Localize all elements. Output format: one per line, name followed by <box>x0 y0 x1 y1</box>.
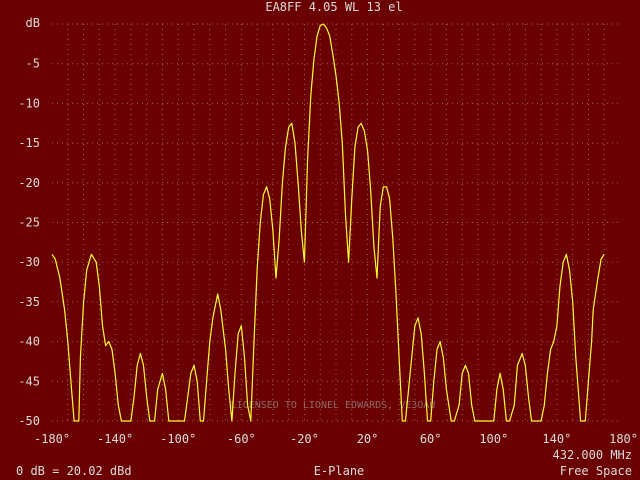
y-tick-label: -50 <box>18 414 40 428</box>
x-tick-label: 140° <box>542 432 571 446</box>
y-tick-label: -15 <box>18 136 40 150</box>
x-tick-label: 100° <box>479 432 508 446</box>
x-tick-label: -60° <box>227 432 256 446</box>
x-tick-label: -180° <box>34 432 70 446</box>
y-tick-label: -40 <box>18 335 40 349</box>
y-tick-label: -5 <box>26 57 40 71</box>
x-tick-label: 20° <box>357 432 379 446</box>
y-tick-label: -25 <box>18 216 40 230</box>
y-tick-label: -20 <box>18 176 40 190</box>
x-tick-label: 60° <box>420 432 442 446</box>
y-tick-label: -30 <box>18 255 40 269</box>
license-watermark: LICENSED TO LIONEL EDWARDS, VE3OAU <box>231 400 436 411</box>
plane-label: E-Plane <box>314 464 365 478</box>
x-tick-label: -140° <box>97 432 133 446</box>
radiation-pattern-chart: LICENSED TO LIONEL EDWARDS, VE3OAU EA8FF… <box>0 0 640 480</box>
frequency-label: 432.000 MHz <box>553 448 632 462</box>
y-tick-label: -10 <box>18 96 40 110</box>
environment-label: Free Space <box>560 464 632 478</box>
x-tick-label: -100° <box>160 432 196 446</box>
reference-level-label: 0 dB = 20.02 dBd <box>16 464 132 478</box>
chart-title: EA8FF 4.05 WL 13 el <box>265 0 402 14</box>
y-tick-label: -35 <box>18 295 40 309</box>
y-axis-label: dB <box>26 16 40 30</box>
x-tick-label: -20° <box>290 432 319 446</box>
x-tick-label: 180° <box>609 432 638 446</box>
y-tick-label: -45 <box>18 374 40 388</box>
